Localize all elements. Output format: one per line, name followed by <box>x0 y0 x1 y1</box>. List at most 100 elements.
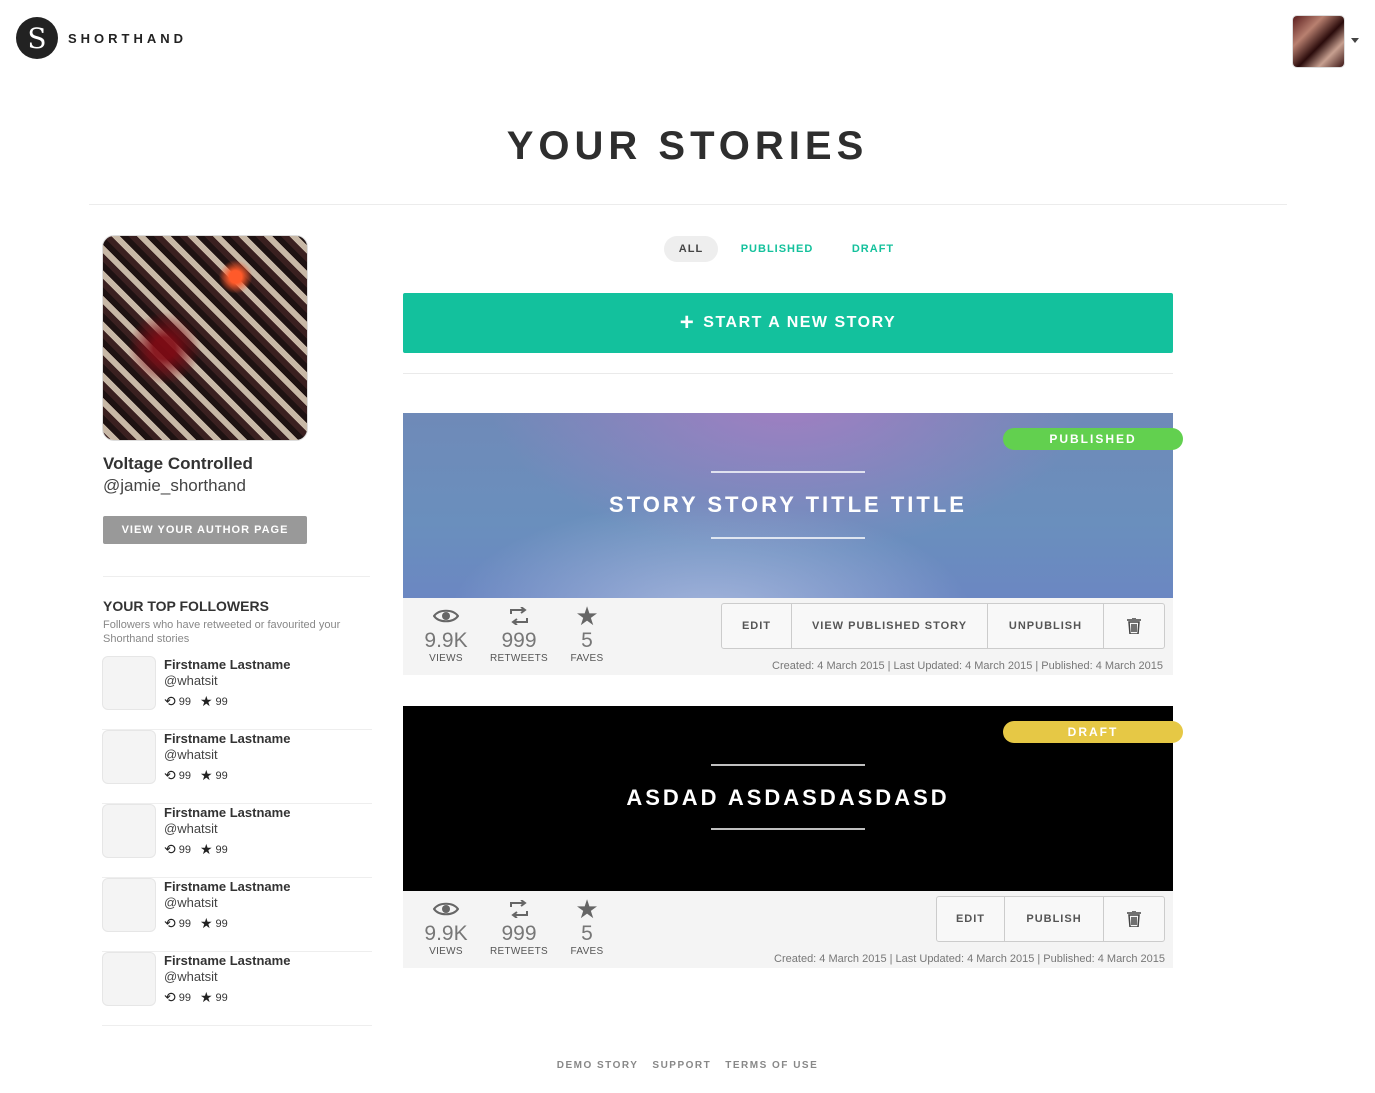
delete-button[interactable] <box>1104 604 1164 648</box>
follower-handle: @whatsit <box>164 747 218 762</box>
follower-stats: ⟲ 99 ★ 99 <box>164 989 237 1006</box>
star-icon: ★ <box>199 841 213 857</box>
hero-divider <box>711 828 865 830</box>
user-avatar[interactable] <box>1293 16 1344 67</box>
retweet-icon: ⟲ <box>164 767 176 783</box>
delete-button[interactable] <box>1104 897 1164 941</box>
edit-button[interactable]: EDIT <box>722 604 792 648</box>
retweets-stat: 999 RETWEETS <box>489 897 549 957</box>
follower-item[interactable]: Firstname Lastname @whatsit ⟲ 99 ★ 99 <box>102 878 372 952</box>
start-new-story-label: START A NEW STORY <box>703 314 897 331</box>
star-icon: ★ <box>575 600 599 631</box>
status-badge: PUBLISHED <box>1003 428 1183 450</box>
trash-icon <box>1127 618 1141 634</box>
retweet-icon: ⟲ <box>164 693 176 709</box>
follower-faves: 99 <box>215 843 228 856</box>
logo-text: SHORTHAND <box>68 30 188 46</box>
follower-handle: @whatsit <box>164 821 218 836</box>
follower-item[interactable]: Firstname Lastname @whatsit ⟲ 99 ★ 99 <box>102 730 372 804</box>
divider <box>103 576 370 577</box>
retweets-stat: 999 RETWEETS <box>489 604 549 664</box>
follower-item[interactable]: Firstname Lastname @whatsit ⟲ 99 ★ 99 <box>102 656 372 730</box>
eye-icon <box>421 897 471 921</box>
follower-retweets: 99 <box>178 695 191 708</box>
follower-faves: 99 <box>215 695 228 708</box>
retweets-label: RETWEETS <box>490 946 548 957</box>
trash-icon <box>1127 911 1141 927</box>
followers-subtitle: Followers who have retweeted or favourit… <box>103 619 341 645</box>
story-meta: Created: 4 March 2015 | Last Updated: 4 … <box>772 660 1163 672</box>
follower-avatar <box>102 656 156 710</box>
retweets-count: 999 <box>501 629 537 652</box>
view-published-story-button[interactable]: VIEW PUBLISHED STORY <box>792 604 988 648</box>
follower-name: Firstname Lastname <box>164 953 291 968</box>
star-icon: ★ <box>199 915 213 931</box>
eye-icon <box>421 604 471 628</box>
status-badge: DRAFT <box>1003 721 1183 743</box>
follower-item[interactable]: Firstname Lastname @whatsit ⟲ 99 ★ 99 <box>102 804 372 878</box>
faves-label: FAVES <box>570 653 604 664</box>
tab-published[interactable]: PUBLISHED <box>732 236 822 262</box>
retweet-icon: ⟲ <box>164 915 176 931</box>
views-count: 9.9K <box>424 922 468 945</box>
tab-draft[interactable]: DRAFT <box>844 236 902 262</box>
faves-count: 5 <box>581 922 593 945</box>
story-actions: EDIT PUBLISH <box>936 896 1165 942</box>
profile-name: Voltage Controlled <box>103 454 253 473</box>
followers-title: YOUR TOP FOLLOWERS <box>103 598 269 614</box>
divider <box>403 373 1173 374</box>
story-title: ASDAD ASDASDASDASD <box>626 785 950 810</box>
start-new-story-button[interactable]: + START A NEW STORY <box>403 293 1173 353</box>
follower-stats: ⟲ 99 ★ 99 <box>164 693 237 710</box>
retweet-icon <box>489 897 549 921</box>
retweets-label: RETWEETS <box>490 653 548 664</box>
retweet-icon <box>489 604 549 628</box>
edit-button[interactable]: EDIT <box>937 897 1005 941</box>
footer-links: DEMO STORY SUPPORT TERMS OF USE <box>0 1060 1375 1071</box>
story-footer: 9.9K VIEWS 999 RETWEETS ★ 5 FAVES EDIT V… <box>403 598 1173 675</box>
follower-avatar <box>102 878 156 932</box>
plus-icon: + <box>679 309 696 336</box>
follower-item[interactable]: Firstname Lastname @whatsit ⟲ 99 ★ 99 <box>102 952 372 1026</box>
faves-label: FAVES <box>570 946 604 957</box>
follower-stats: ⟲ 99 ★ 99 <box>164 915 237 932</box>
follower-faves: 99 <box>215 991 228 1004</box>
page-title: YOUR STORIES <box>506 124 869 168</box>
views-label: VIEWS <box>429 653 463 664</box>
follower-name: Firstname Lastname <box>164 805 291 820</box>
follower-retweets: 99 <box>178 991 191 1004</box>
logo[interactable]: S SHORTHAND <box>16 17 187 59</box>
views-count: 9.9K <box>424 629 468 652</box>
footer-link-support[interactable]: SUPPORT <box>652 1060 711 1071</box>
profile-handle: @jamie_shorthand <box>103 476 246 495</box>
story-title: STORY STORY TITLE TITLE <box>609 492 967 517</box>
faves-stat: ★ 5 FAVES <box>567 894 607 958</box>
story-actions: EDIT VIEW PUBLISHED STORY UNPUBLISH <box>721 603 1165 649</box>
follower-handle: @whatsit <box>164 895 218 910</box>
divider <box>89 204 1287 205</box>
profile-image <box>102 235 308 441</box>
footer-link-demo-story[interactable]: DEMO STORY <box>557 1060 639 1071</box>
follower-name: Firstname Lastname <box>164 731 291 746</box>
story-footer: 9.9K VIEWS 999 RETWEETS ★ 5 FAVES EDIT P… <box>403 891 1173 968</box>
unpublish-button[interactable]: UNPUBLISH <box>988 604 1104 648</box>
view-author-page-button[interactable]: VIEW YOUR AUTHOR PAGE <box>103 516 307 544</box>
tab-all[interactable]: ALL <box>664 236 718 262</box>
story-meta: Created: 4 March 2015 | Last Updated: 4 … <box>774 953 1165 965</box>
star-icon: ★ <box>199 767 213 783</box>
follower-stats: ⟲ 99 ★ 99 <box>164 841 237 858</box>
publish-button[interactable]: PUBLISH <box>1005 897 1104 941</box>
follower-avatar <box>102 952 156 1006</box>
follower-avatar <box>102 730 156 784</box>
follower-handle: @whatsit <box>164 969 218 984</box>
faves-count: 5 <box>581 629 593 652</box>
follower-retweets: 99 <box>178 769 191 782</box>
star-icon: ★ <box>199 693 213 709</box>
follower-faves: 99 <box>215 917 228 930</box>
hero-divider <box>711 537 865 539</box>
caret-down-icon[interactable] <box>1351 38 1359 43</box>
star-icon: ★ <box>199 989 213 1005</box>
views-stat: 9.9K VIEWS <box>421 604 471 664</box>
footer-link-terms[interactable]: TERMS OF USE <box>725 1060 818 1071</box>
follower-retweets: 99 <box>178 917 191 930</box>
